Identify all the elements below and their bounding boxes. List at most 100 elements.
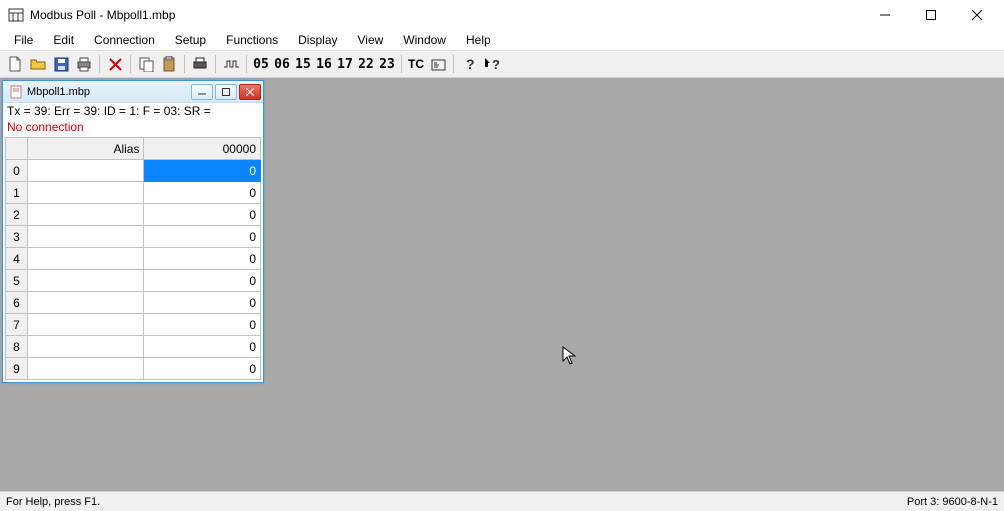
value-cell[interactable]: 0 <box>144 314 261 336</box>
print-preview-button[interactable] <box>189 53 211 75</box>
row-index[interactable]: 3 <box>6 226 28 248</box>
table-row[interactable]: 60 <box>6 292 261 314</box>
paste-button[interactable] <box>158 53 180 75</box>
alias-cell[interactable] <box>27 182 144 204</box>
delete-button[interactable] <box>104 53 126 75</box>
menu-file[interactable]: File <box>4 31 43 49</box>
menu-bar: File Edit Connection Setup Functions Dis… <box>0 30 1004 50</box>
value-cell[interactable]: 0 <box>144 182 261 204</box>
menu-setup[interactable]: Setup <box>165 31 216 49</box>
table-row[interactable]: 10 <box>6 182 261 204</box>
alias-cell[interactable] <box>27 160 144 182</box>
mdi-child-title-text: Mbpoll1.mbp <box>27 86 189 98</box>
col-alias[interactable]: Alias <box>27 138 144 160</box>
mdi-close-button[interactable] <box>239 84 261 100</box>
close-button[interactable] <box>954 0 1000 30</box>
alias-cell[interactable] <box>27 248 144 270</box>
context-help-button[interactable]: ? <box>481 53 503 75</box>
value-cell[interactable]: 0 <box>144 358 261 380</box>
status-bar: For Help, press F1. Port 3: 9600-8-N-1 <box>0 491 1004 511</box>
fc-05-button[interactable]: 05 <box>251 53 271 75</box>
row-index[interactable]: 5 <box>6 270 28 292</box>
table-row[interactable]: 90 <box>6 358 261 380</box>
table-row[interactable]: 20 <box>6 204 261 226</box>
pulse-icon[interactable] <box>220 53 242 75</box>
row-index[interactable]: 8 <box>6 336 28 358</box>
row-index[interactable]: 7 <box>6 314 28 336</box>
mdi-child-window[interactable]: Mbpoll1.mbp Tx = 39: Err = 39: ID = 1: F… <box>2 80 264 383</box>
fc-22-button[interactable]: 22 <box>356 53 376 75</box>
table-row[interactable]: 50 <box>6 270 261 292</box>
save-button[interactable] <box>50 53 72 75</box>
mdi-minimize-button[interactable] <box>191 84 213 100</box>
value-cell[interactable]: 0 <box>144 336 261 358</box>
row-index[interactable]: 6 <box>6 292 28 314</box>
value-cell[interactable]: 0 <box>144 292 261 314</box>
value-cell[interactable]: 0 <box>144 160 261 182</box>
open-button[interactable] <box>27 53 49 75</box>
alias-cell[interactable] <box>27 270 144 292</box>
mouse-cursor-icon <box>562 346 578 366</box>
value-cell[interactable]: 0 <box>144 248 261 270</box>
tc-button[interactable]: TC <box>406 53 426 75</box>
print-button[interactable] <box>73 53 95 75</box>
fc-23-button[interactable]: 23 <box>377 53 397 75</box>
alias-cell[interactable] <box>27 292 144 314</box>
toolbar-separator <box>401 55 402 73</box>
toolbar-separator <box>453 55 454 73</box>
value-cell[interactable]: 0 <box>144 226 261 248</box>
alias-cell[interactable] <box>27 314 144 336</box>
fc-06-button[interactable]: 06 <box>272 53 292 75</box>
table-row[interactable]: 70 <box>6 314 261 336</box>
minimize-button[interactable] <box>862 0 908 30</box>
new-button[interactable] <box>4 53 26 75</box>
about-button[interactable]: ? <box>458 53 480 75</box>
menu-help[interactable]: Help <box>456 31 501 49</box>
copy-button[interactable] <box>135 53 157 75</box>
alias-cell[interactable] <box>27 358 144 380</box>
table-row[interactable]: 00 <box>6 160 261 182</box>
menu-window[interactable]: Window <box>393 31 456 49</box>
window-title-text: Modbus Poll - Mbpoll1.mbp <box>30 8 862 22</box>
menu-edit[interactable]: Edit <box>43 31 84 49</box>
mdi-child-titlebar[interactable]: Mbpoll1.mbp <box>3 81 263 103</box>
document-icon <box>9 85 23 99</box>
alias-cell[interactable] <box>27 226 144 248</box>
maximize-button[interactable] <box>908 0 954 30</box>
row-index[interactable]: 1 <box>6 182 28 204</box>
row-index[interactable]: 0 <box>6 160 28 182</box>
title-bar: Modbus Poll - Mbpoll1.mbp <box>0 0 1004 30</box>
value-cell[interactable]: 0 <box>144 204 261 226</box>
register-grid[interactable]: Alias 00000 00102030405060708090 <box>5 137 261 380</box>
col-register[interactable]: 00000 <box>144 138 261 160</box>
row-index[interactable]: 9 <box>6 358 28 380</box>
table-row[interactable]: 30 <box>6 226 261 248</box>
status-line-text: Tx = 39: Err = 39: ID = 1: F = 03: SR = <box>3 103 263 119</box>
menu-functions[interactable]: Functions <box>216 31 288 49</box>
fc-17-button[interactable]: 17 <box>335 53 355 75</box>
toolbar: 05 06 15 16 17 22 23 TC ? ? <box>0 50 1004 78</box>
svg-text:?: ? <box>466 57 475 72</box>
toolbar-separator <box>215 55 216 73</box>
status-help-text: For Help, press F1. <box>6 496 907 508</box>
alias-cell[interactable] <box>27 336 144 358</box>
mdi-maximize-button[interactable] <box>215 84 237 100</box>
table-row[interactable]: 80 <box>6 336 261 358</box>
menu-display[interactable]: Display <box>288 31 347 49</box>
toolbar-separator <box>99 55 100 73</box>
row-index[interactable]: 2 <box>6 204 28 226</box>
toolbar-separator <box>246 55 247 73</box>
svg-text:?: ? <box>492 57 500 72</box>
row-index[interactable]: 4 <box>6 248 28 270</box>
table-row[interactable]: 40 <box>6 248 261 270</box>
menu-view[interactable]: View <box>348 31 394 49</box>
test-button[interactable] <box>427 53 449 75</box>
menu-connection[interactable]: Connection <box>84 31 165 49</box>
status-port-text: Port 3: 9600-8-N-1 <box>907 496 998 508</box>
fc-16-button[interactable]: 16 <box>314 53 334 75</box>
value-cell[interactable]: 0 <box>144 270 261 292</box>
connection-error-text: No connection <box>3 119 263 135</box>
alias-cell[interactable] <box>27 204 144 226</box>
toolbar-separator <box>184 55 185 73</box>
fc-15-button[interactable]: 15 <box>293 53 313 75</box>
